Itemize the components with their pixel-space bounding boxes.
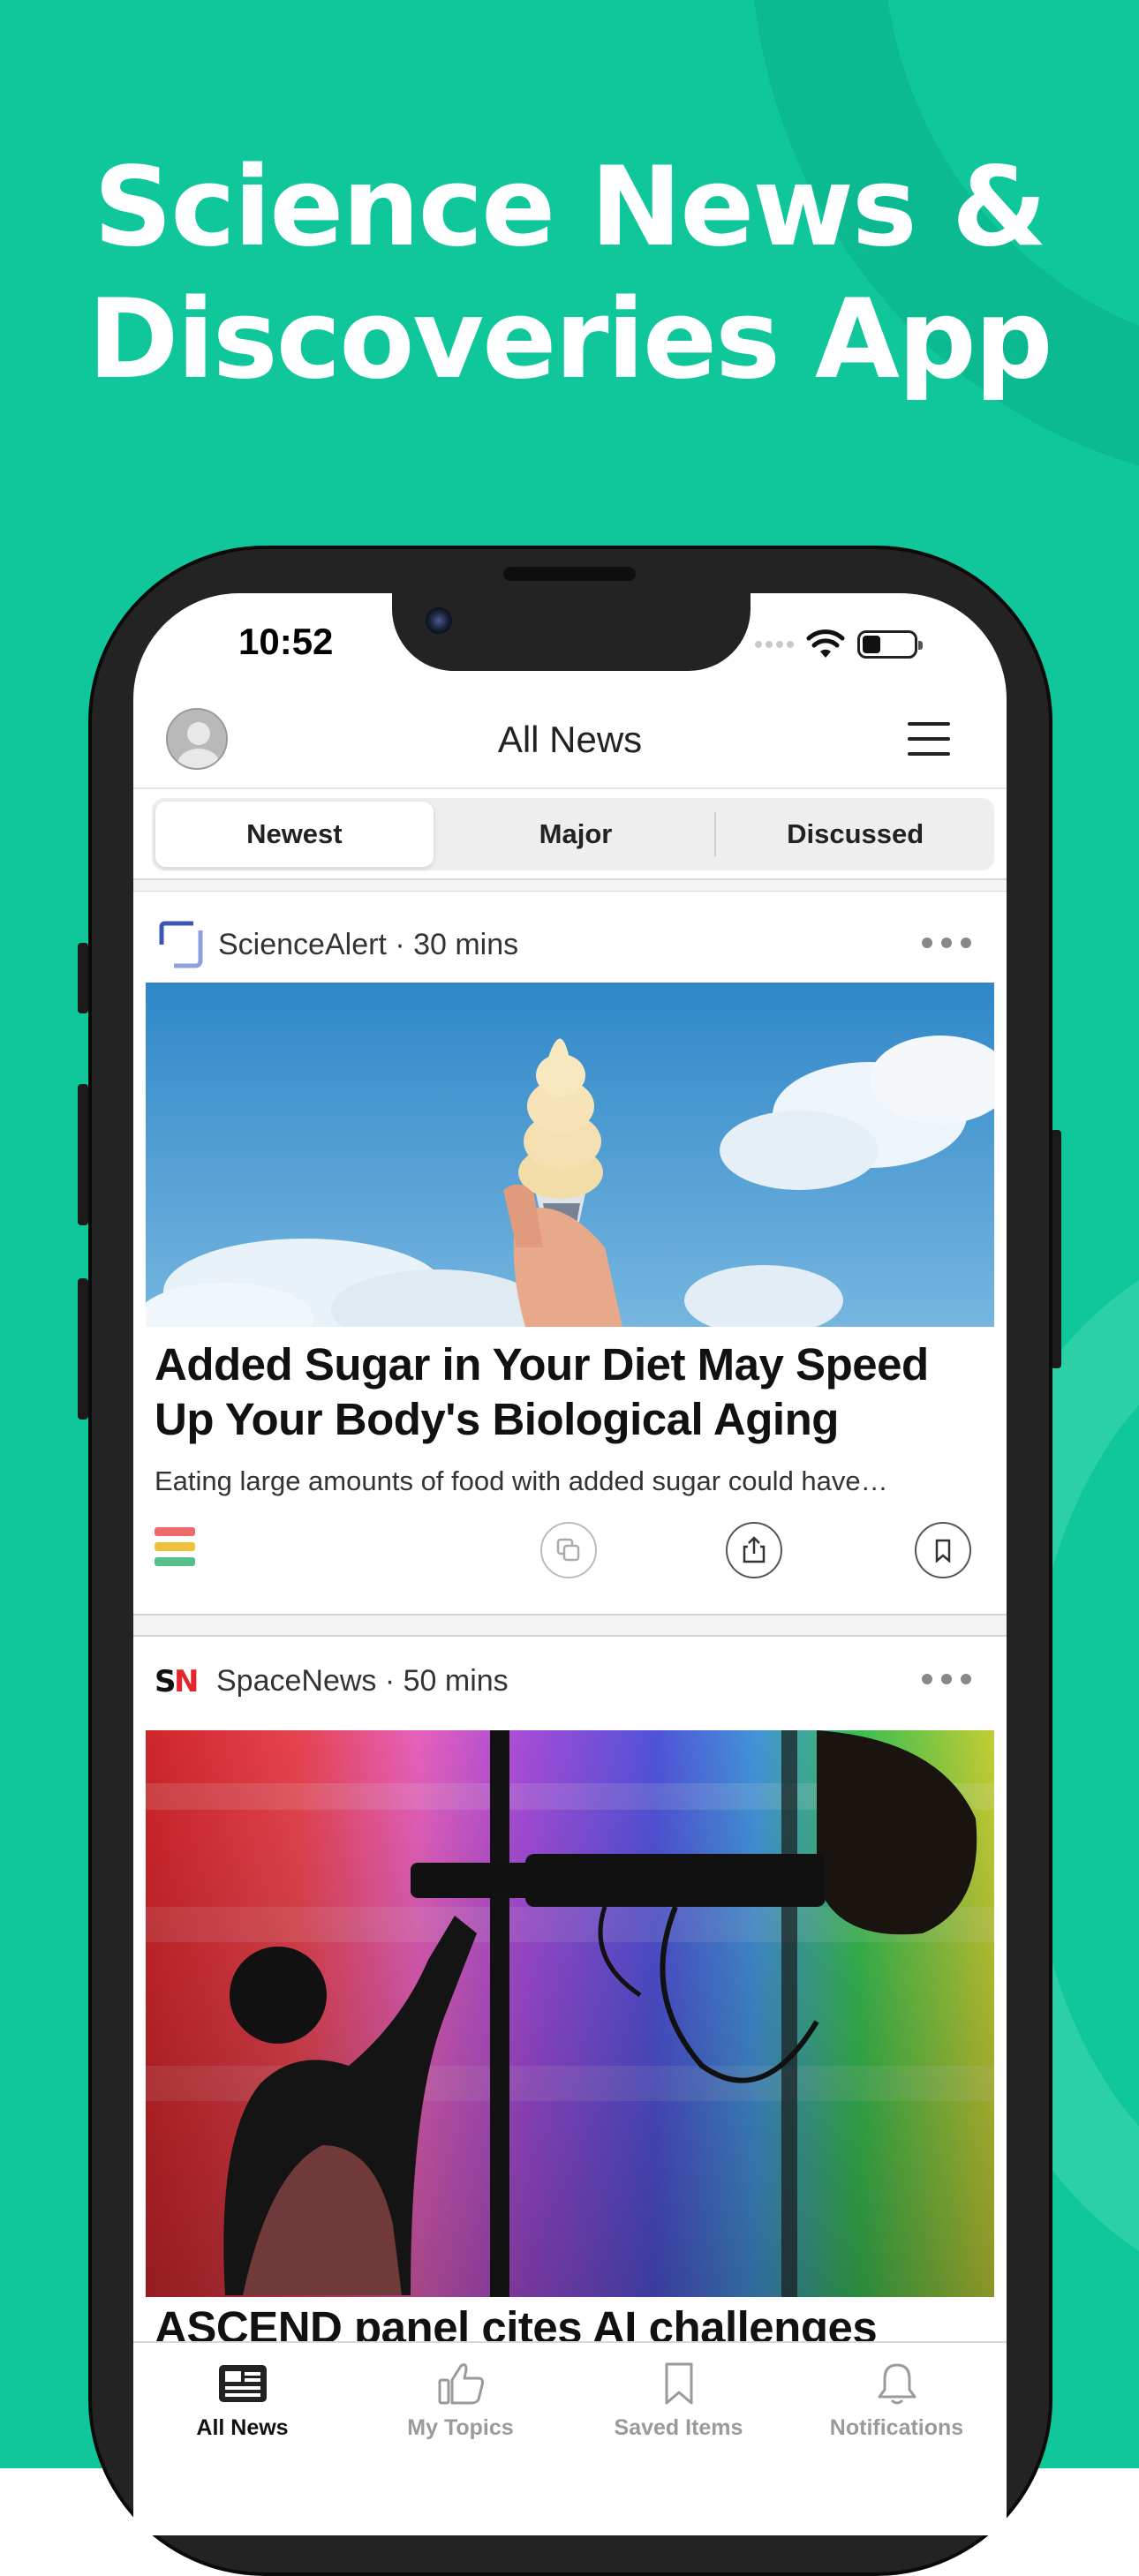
bookmark-button[interactable]: [915, 1522, 971, 1578]
volume-down-button: [78, 1278, 88, 1420]
feed-divider: [133, 878, 1007, 893]
status-time: 10:52: [238, 621, 334, 662]
thumbs-up-icon: [438, 2363, 484, 2405]
tab-bar: All News My Topics Saved Items Notificat…: [133, 2341, 1007, 2470]
newspaper-icon: [218, 2365, 267, 2402]
tab-my-topics[interactable]: My Topics: [351, 2343, 570, 2470]
wifi-icon: [806, 629, 845, 658]
segment-newest[interactable]: Newest: [155, 802, 434, 867]
bookmark-icon: [665, 2362, 692, 2405]
speaker-grille: [503, 567, 636, 581]
share-icon: [743, 1536, 766, 1563]
ice-cream-photo: [146, 983, 994, 1327]
tab-label: All News: [196, 2415, 289, 2440]
more-options-icon[interactable]: [922, 938, 971, 948]
page-title: All News: [497, 719, 643, 760]
article-title-line: ASCEND panel cites AI challenges: [155, 2302, 878, 2341]
more-options-icon[interactable]: [922, 1674, 971, 1684]
article-title-line: Added Sugar in Your Diet May Speed: [155, 1339, 929, 1390]
article-description: Eating large amounts of food with added …: [155, 1465, 888, 1496]
mute-switch: [78, 943, 88, 1013]
sort-segmented-control: Newest Major Discussed: [152, 798, 994, 870]
segment-major[interactable]: Major: [437, 798, 715, 870]
sciencealert-logo-icon: [159, 921, 203, 968]
article-source-row: ScienceAlert · 30 mins: [155, 918, 518, 971]
article-card[interactable]: ScienceAlert · 30 mins Added Sugar in Yo…: [133, 892, 1007, 1611]
card-separator: [133, 1614, 1007, 1637]
headline-line: Discoveries App: [87, 276, 1052, 403]
article-source: SpaceNews · 50 mins: [216, 1663, 509, 1698]
status-icons: [755, 622, 923, 667]
svg-text:S: S: [155, 1664, 177, 1699]
segment-discussed[interactable]: Discussed: [716, 798, 994, 870]
bell-icon: [878, 2363, 916, 2405]
bookmark-icon: [935, 1539, 951, 1563]
tab-label: My Topics: [407, 2415, 514, 2440]
tab-label: Notifications: [829, 2415, 964, 2440]
battery-icon: [857, 630, 923, 659]
article-source-row: S N SpaceNews · 50 mins: [155, 1654, 509, 1707]
spacenews-logo-icon: S N: [155, 1664, 199, 1699]
importance-indicator: [155, 1527, 195, 1566]
tab-notifications[interactable]: Notifications: [788, 2343, 1006, 2470]
article-card[interactable]: S N SpaceNews · 50 mins ASCEND panel cit…: [133, 1637, 1007, 2341]
article-title-line: Up Your Body's Biological Aging: [155, 1394, 839, 1444]
front-camera: [426, 607, 452, 634]
tab-saved-items[interactable]: Saved Items: [570, 2343, 788, 2470]
tab-label: Saved Items: [614, 2415, 743, 2440]
volume-up-button: [78, 1084, 88, 1225]
article-source: ScienceAlert · 30 mins: [218, 927, 519, 961]
notch: [392, 593, 751, 671]
tab-all-news[interactable]: All News: [133, 2343, 351, 2470]
cellular-signal-icon: [755, 641, 794, 648]
svg-text:N: N: [174, 1664, 199, 1699]
article-image[interactable]: [146, 983, 994, 1327]
share-button[interactable]: [726, 1522, 782, 1578]
lab-photo: [146, 1730, 994, 2297]
article-title[interactable]: ASCEND panel cites AI challenges: [155, 2301, 967, 2341]
hamburger-menu-icon[interactable]: [908, 722, 950, 756]
article-image[interactable]: [146, 1730, 994, 2297]
article-title[interactable]: Added Sugar in Your Diet May Speed Up Yo…: [155, 1337, 967, 1447]
copy-icon: [556, 1538, 580, 1562]
related-articles-button[interactable]: [540, 1522, 597, 1578]
headline-line: Science News &: [93, 144, 1047, 271]
promo-headline: Science News & Discoveries App: [0, 141, 1139, 406]
app-header: All News: [133, 690, 1007, 789]
